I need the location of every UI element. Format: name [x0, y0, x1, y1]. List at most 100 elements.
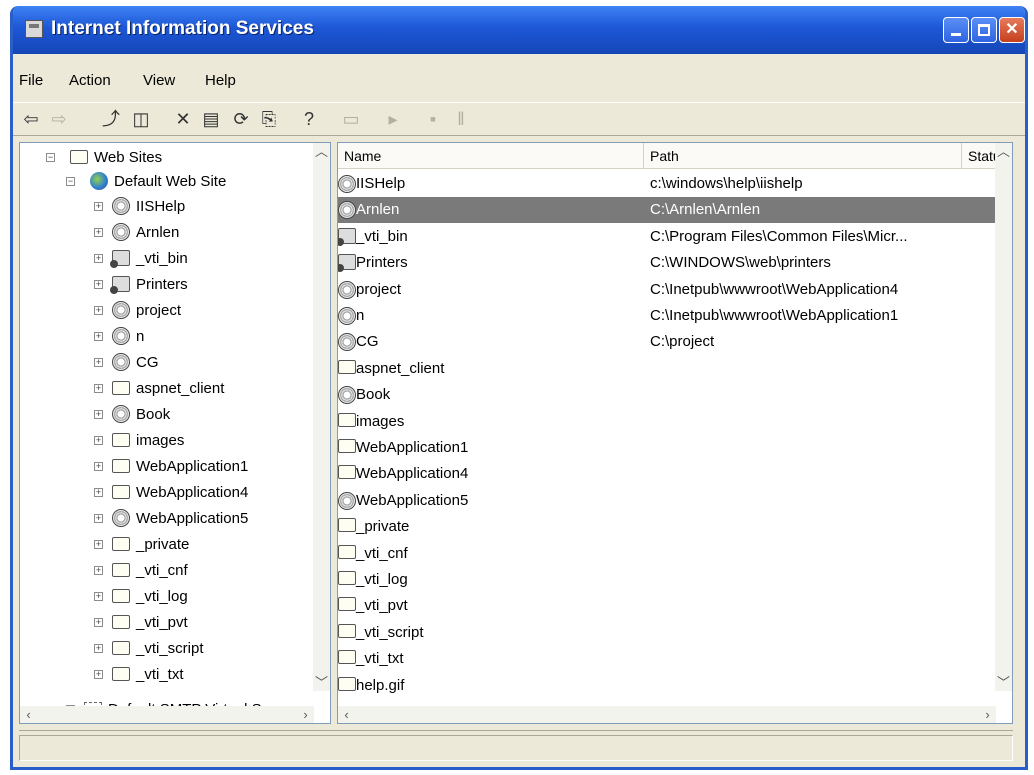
- list-item[interactable]: Book: [338, 382, 998, 408]
- folder-icon: [112, 459, 130, 473]
- expand-toggle[interactable]: +: [94, 332, 103, 341]
- delete-icon[interactable]: ✕: [171, 107, 195, 131]
- play-icon[interactable]: ▸: [381, 107, 405, 131]
- list-item[interactable]: Printers C:\WINDOWS\web\printers: [338, 250, 998, 276]
- tree-label: _vti_script: [136, 640, 204, 657]
- list-item[interactable]: project C:\Inetpub\wwwroot\WebApplication…: [338, 277, 998, 303]
- collapse-toggle[interactable]: −: [46, 153, 55, 162]
- list-item[interactable]: WebApplication5: [338, 488, 998, 514]
- help-icon[interactable]: ?: [297, 107, 321, 131]
- expand-toggle[interactable]: +: [94, 488, 103, 497]
- details-pane[interactable]: Name Path Statu IISHelp c:\windows\help\i…: [337, 142, 1013, 724]
- tree-label: _vti_pvt: [136, 614, 188, 631]
- list-item[interactable]: n C:\Inetpub\wwwroot\WebApplication1: [338, 303, 998, 329]
- expand-toggle[interactable]: +: [94, 254, 103, 263]
- list-item[interactable]: _vti_bin C:\Program Files\Common Files\Mi…: [338, 224, 998, 250]
- list-item[interactable]: help.gif: [338, 673, 998, 699]
- collapse-toggle[interactable]: −: [66, 177, 75, 186]
- forward-arrow-icon[interactable]: ⇨: [47, 107, 71, 131]
- menu-file[interactable]: File: [19, 72, 43, 89]
- menu-view[interactable]: View: [143, 72, 175, 89]
- tree-label: Arnlen: [136, 224, 180, 241]
- stop-icon[interactable]: ▪: [421, 107, 445, 131]
- list-item[interactable]: CG C:\project: [338, 329, 998, 355]
- list-item-name: _vti_bin: [356, 227, 408, 245]
- virtual-directory-icon: [338, 175, 356, 193]
- list-vertical-scrollbar[interactable]: ︿ ﹀: [995, 143, 1012, 691]
- list-item[interactable]: _vti_script: [338, 620, 998, 646]
- expand-toggle[interactable]: +: [94, 566, 103, 575]
- expand-toggle[interactable]: +: [94, 228, 103, 237]
- tree-vertical-scrollbar[interactable]: ︿ ﹀: [313, 143, 330, 691]
- scroll-up-icon[interactable]: ︿: [313, 143, 330, 160]
- window-title: Internet Information Services: [51, 18, 314, 39]
- list-item[interactable]: IISHelp c:\windows\help\iishelp: [338, 171, 998, 197]
- scroll-left-icon[interactable]: ‹: [20, 706, 37, 723]
- computer-icon[interactable]: ▭: [339, 107, 363, 131]
- maximize-button[interactable]: [971, 17, 997, 43]
- expand-toggle[interactable]: +: [94, 410, 103, 419]
- refresh-icon[interactable]: ⟳: [229, 107, 253, 131]
- list-item[interactable]: _private: [338, 514, 998, 540]
- list-item-path: C:\Program Files\Common Files\Micr...: [650, 227, 908, 245]
- folder-icon: [338, 597, 356, 612]
- menu-help[interactable]: Help: [205, 72, 236, 89]
- expand-toggle[interactable]: +: [94, 670, 103, 679]
- export-list-icon[interactable]: ⎘: [257, 107, 281, 131]
- tree-horizontal-scrollbar[interactable]: ‹ ›: [20, 706, 314, 723]
- list-item[interactable]: WebApplication4: [338, 461, 998, 487]
- list-item-name: _vti_pvt: [356, 597, 408, 615]
- list-horizontal-scrollbar[interactable]: ‹ ›: [338, 706, 996, 723]
- expand-toggle[interactable]: +: [94, 644, 103, 653]
- column-header-path[interactable]: Path: [644, 143, 962, 169]
- scroll-right-icon[interactable]: ›: [297, 706, 314, 723]
- script-folder-icon: [110, 276, 130, 294]
- list-item[interactable]: _vti_txt: [338, 646, 998, 672]
- properties-icon[interactable]: ▤: [199, 107, 223, 131]
- virtual-directory-icon: [338, 307, 356, 325]
- expand-toggle[interactable]: +: [94, 202, 103, 211]
- list-item[interactable]: aspnet_client: [338, 356, 998, 382]
- column-header-name[interactable]: Name: [338, 143, 644, 169]
- app-window: Internet Information Services ✕ File Act…: [10, 6, 1028, 770]
- list-item-name: n: [356, 307, 365, 324]
- back-arrow-icon[interactable]: ⇦: [19, 107, 43, 131]
- close-button[interactable]: ✕: [999, 17, 1025, 43]
- expand-toggle[interactable]: +: [94, 540, 103, 549]
- show-hide-tree-icon[interactable]: ◫: [129, 107, 153, 131]
- pause-icon[interactable]: ‖: [449, 107, 473, 131]
- expand-toggle[interactable]: +: [94, 280, 103, 289]
- list-item[interactable]: _vti_cnf: [338, 541, 998, 567]
- list-item[interactable]: _vti_log: [338, 567, 998, 593]
- scroll-right-icon[interactable]: ›: [979, 706, 996, 723]
- expand-toggle[interactable]: +: [94, 462, 103, 471]
- expand-toggle[interactable]: +: [94, 358, 103, 367]
- scroll-up-icon[interactable]: ︿: [995, 143, 1012, 160]
- expand-toggle[interactable]: +: [94, 436, 103, 445]
- expand-toggle[interactable]: +: [94, 514, 103, 523]
- minimize-button[interactable]: [943, 17, 969, 43]
- folder-icon: [338, 359, 356, 374]
- expand-toggle[interactable]: +: [94, 384, 103, 393]
- tree-label: aspnet_client: [136, 380, 225, 397]
- title-bar[interactable]: Internet Information Services ✕: [13, 6, 1025, 54]
- list-item-name: Book: [356, 386, 391, 404]
- list-item-path: C:\Inetpub\wwwroot\WebApplication4: [650, 280, 899, 298]
- menu-action[interactable]: Action: [69, 72, 111, 89]
- tree-pane[interactable]: − Web Sites − Default Web Site + IISHelp +…: [19, 142, 331, 724]
- list-item[interactable]: _vti_pvt: [338, 593, 998, 619]
- tree-label: _vti_log: [136, 588, 188, 605]
- list-item-name: Arnlen: [356, 201, 400, 219]
- scroll-down-icon[interactable]: ﹀: [995, 674, 1012, 691]
- up-one-level-icon[interactable]: ⤴: [99, 107, 123, 131]
- folder-icon: [70, 150, 88, 164]
- scroll-left-icon[interactable]: ‹: [338, 706, 355, 723]
- expand-toggle[interactable]: +: [94, 592, 103, 601]
- list-item[interactable]: WebApplication1: [338, 435, 998, 461]
- list-item[interactable]: images: [338, 409, 998, 435]
- list-item[interactable]: Arnlen C:\Arnlen\Arnlen: [338, 197, 998, 224]
- expand-toggle[interactable]: +: [94, 618, 103, 627]
- expand-toggle[interactable]: +: [94, 306, 103, 315]
- scroll-down-icon[interactable]: ﹀: [313, 674, 330, 691]
- virtual-directory-icon: [112, 509, 130, 527]
